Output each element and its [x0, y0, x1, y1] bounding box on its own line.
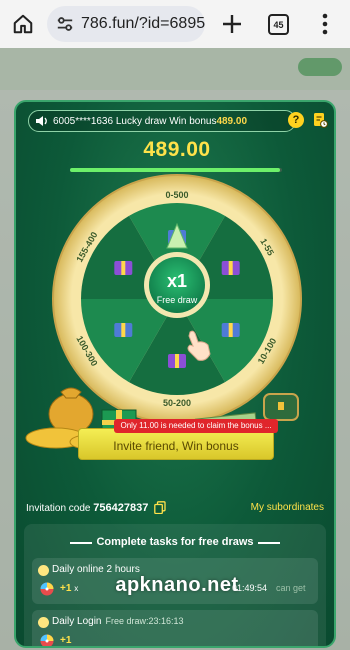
tab-count: 45: [273, 19, 284, 30]
invitation-code-row: Invitation code 756427837: [26, 502, 148, 514]
lucky-draw-modal: 6005****1636 Lucky draw Win bonus489.00 …: [14, 100, 336, 648]
bonus-progress-bar: [70, 168, 282, 172]
prize-gift-icon: [221, 323, 240, 337]
treasure-chest-icon: [263, 393, 299, 421]
claim-notice: Only 11.00 is needed to claim the bonus …: [114, 419, 278, 433]
browser-toolbar: 786.fun/?id=6895 45: [0, 0, 350, 48]
calendar-icon: [38, 617, 49, 628]
task-daily-login[interactable]: Daily Login Free draw:23:16:13 +1: [32, 610, 318, 646]
ticker-amount: 489.00: [216, 115, 248, 127]
bonus-progress-fill: [70, 168, 280, 172]
prize-gift-icon: [221, 261, 240, 275]
wheel-segment-label: 0-500: [165, 190, 188, 200]
address-bar[interactable]: 786.fun/?id=6895: [47, 6, 205, 42]
my-subordinates-link[interactable]: My subordinates: [251, 502, 324, 513]
speaker-icon: [36, 116, 47, 126]
task-name: Daily Login Free draw:23:16:13: [52, 616, 184, 627]
prize-gift-icon: [168, 354, 186, 368]
plus-icon[interactable]: [220, 12, 244, 36]
ticker-message: 6005****1636 Lucky draw Win bonus489.00: [53, 116, 247, 127]
free-draw-label: Free draw: [157, 295, 198, 305]
winner-ticker: 6005****1636 Lucky draw Win bonus489.00: [28, 110, 296, 132]
prize-gift-icon: [114, 261, 133, 275]
ticker-text: 6005****1636 Lucky draw Win bonus: [53, 115, 217, 127]
tasks-title: Complete tasks for free draws: [96, 536, 254, 548]
mini-wheel-icon: [40, 634, 54, 646]
watermark-text: apknano.net: [115, 574, 239, 596]
bonus-balance: 489.00: [143, 138, 211, 161]
copy-icon[interactable]: [154, 501, 166, 514]
url-text: 786.fun/?id=6895: [81, 15, 205, 32]
prize-gift-icon: [114, 323, 133, 337]
draw-record-icon[interactable]: [312, 112, 328, 128]
task-reward: +1: [60, 635, 72, 646]
title-dash-right: [258, 542, 280, 544]
tabs-icon[interactable]: 45: [268, 14, 289, 35]
invitation-code-value: 756427837: [93, 502, 149, 514]
kebab-menu-icon[interactable]: [318, 12, 332, 36]
tune-icon[interactable]: [56, 15, 74, 33]
help-icon[interactable]: ?: [288, 112, 304, 128]
invitation-code-label: Invitation code: [26, 503, 91, 514]
home-icon[interactable]: [12, 13, 34, 35]
draw-multiplier: x1: [167, 271, 187, 291]
